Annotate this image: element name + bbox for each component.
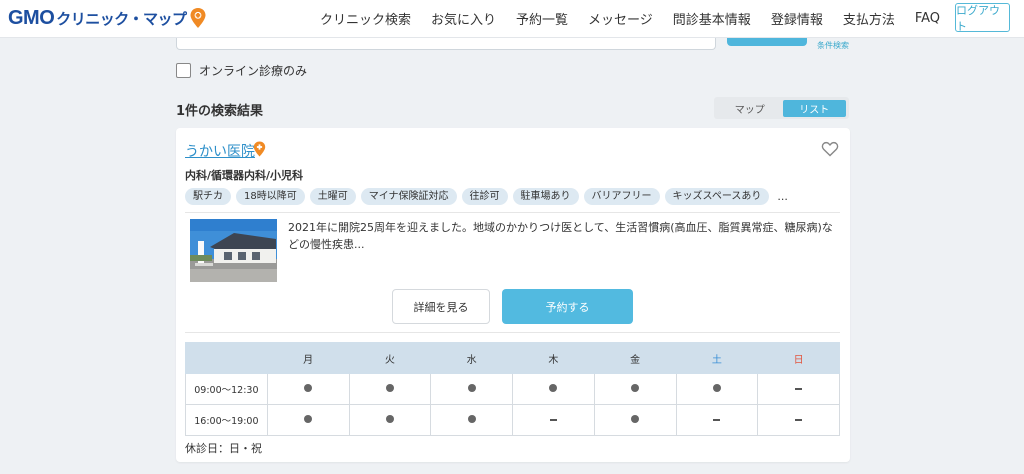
schedule-slot <box>512 373 595 405</box>
schedule-corner <box>185 342 268 374</box>
online-only-label: オンライン診療のみ <box>199 64 308 78</box>
nav-item[interactable]: お気に入り <box>431 9 496 28</box>
nav-item[interactable]: クリニック検索 <box>320 9 411 28</box>
result-count: 1件の検索結果 <box>176 104 264 119</box>
closed-dash-icon <box>713 419 721 421</box>
schedule-day-header: 日 <box>757 342 840 374</box>
logout-button[interactable]: ログアウト <box>955 3 1010 33</box>
schedule-slot <box>593 404 677 436</box>
search-input[interactable] <box>176 37 716 50</box>
open-dot-icon <box>631 414 640 423</box>
feature-tag: 駅チカ <box>185 188 231 205</box>
clinic-photo <box>190 219 277 282</box>
schedule-table: 月火水木金土日 09:00〜12:30 16:00〜19:00 <box>185 342 840 436</box>
open-dot-icon <box>304 414 313 423</box>
schedule-day-header: 金 <box>593 342 677 374</box>
schedule-slot <box>593 373 677 405</box>
closed-dash-icon <box>549 419 557 421</box>
main-nav: クリニック検索 お気に入り 予約一覧 メッセージ 問診基本情報 登録情報 支払方法 FAQ <box>320 0 960 37</box>
schedule-day-header: 水 <box>430 342 513 374</box>
schedule-header-row: 月火水木金土日 <box>185 342 840 374</box>
clinic-name-link[interactable]: うかい医院 <box>185 141 255 161</box>
schedule-slot <box>512 404 595 436</box>
logo-name: クリニック・マップ <box>56 9 187 28</box>
schedule-slot <box>266 373 350 405</box>
schedule-slot <box>675 404 759 436</box>
online-only-filter[interactable]: オンライン診療のみ <box>176 62 307 79</box>
condition-search-link[interactable]: 条件検索 <box>817 40 849 51</box>
clinic-description: 2021年に開院25周年を迎えました。地域のかかりつけ医として、生活習慣病(高血… <box>288 221 833 251</box>
divider <box>185 332 840 333</box>
schedule-time: 16:00〜19:00 <box>185 404 268 436</box>
closed-days: 休診日：日・祝 <box>185 442 262 455</box>
schedule-slot <box>675 373 759 405</box>
view-map-button[interactable]: マップ <box>717 101 783 116</box>
nav-item[interactable]: 問診基本情報 <box>673 9 751 28</box>
view-list-button[interactable]: リスト <box>782 99 846 117</box>
schedule-row: 09:00〜12:30 <box>185 373 840 405</box>
search-button[interactable] <box>727 37 807 46</box>
closed-dash-icon <box>795 419 803 421</box>
header: GMO クリニック・マップ クリニック検索 お気に入り 予約一覧 メッセージ 問診基本情… <box>0 0 1024 38</box>
nav-item[interactable]: FAQ <box>915 11 940 26</box>
logo-gmo: GMO <box>8 6 55 29</box>
logo[interactable]: GMO クリニック・マップ <box>8 5 207 31</box>
clinic-departments: 内科/循環器内科/小児科 <box>185 169 304 182</box>
open-dot-icon <box>385 383 394 392</box>
feature-tag: 18時以降可 <box>236 188 305 205</box>
clinic-tags: 駅チカ 18時以降可 土曜可 マイナ保険証対応 往診可 駐車場あり バリアフリー キッズスペー… <box>185 188 788 205</box>
schedule-slot <box>348 373 432 405</box>
schedule-day-header: 土 <box>675 342 759 374</box>
schedule-day-header: 月 <box>266 342 350 374</box>
map-pin-icon <box>190 8 206 28</box>
open-dot-icon <box>631 383 640 392</box>
heart-icon[interactable] <box>821 140 839 158</box>
online-pin-icon <box>253 141 266 157</box>
clinic-card: うかい医院 内科/循環器内科/小児科 駅チカ 18時以降可 土曜可 マイナ保険証対応往… <box>176 128 850 462</box>
divider <box>185 212 840 213</box>
view-toggle: マップ リスト <box>714 97 849 119</box>
schedule-slot <box>757 404 840 436</box>
feature-tag: 駐車場あり <box>512 188 579 205</box>
schedule-day-header: 木 <box>512 342 595 374</box>
open-dot-icon <box>549 383 558 392</box>
open-dot-icon <box>304 383 313 392</box>
tags-more: ... <box>777 190 788 203</box>
closed-dash-icon <box>795 388 803 390</box>
open-dot-icon <box>467 383 476 392</box>
feature-tag: 土曜可 <box>309 188 356 205</box>
nav-item[interactable]: メッセージ <box>588 9 653 28</box>
schedule-row: 16:00〜19:00 <box>185 404 840 436</box>
online-only-checkbox[interactable] <box>176 63 191 78</box>
nav-item[interactable]: 予約一覧 <box>516 9 568 28</box>
schedule-slot <box>757 373 840 405</box>
open-dot-icon <box>712 383 721 392</box>
schedule-slot <box>430 373 513 405</box>
nav-item[interactable]: 登録情報 <box>771 9 823 28</box>
schedule-day-header: 火 <box>348 342 432 374</box>
feature-tag: バリアフリー <box>583 188 660 205</box>
feature-tag: キッズスペースあり <box>664 188 770 205</box>
schedule-slot <box>266 404 350 436</box>
schedule-slot <box>430 404 513 436</box>
feature-tag: 往診可 <box>461 188 508 205</box>
nav-item[interactable]: 支払方法 <box>843 9 895 28</box>
open-dot-icon <box>385 414 394 423</box>
schedule-time: 09:00〜12:30 <box>185 373 268 405</box>
reserve-button[interactable]: 予約する <box>502 289 633 324</box>
open-dot-icon <box>467 414 476 423</box>
detail-button[interactable]: 詳細を見る <box>392 289 490 324</box>
feature-tag: マイナ保険証対応 <box>360 188 457 205</box>
schedule-slot <box>348 404 432 436</box>
